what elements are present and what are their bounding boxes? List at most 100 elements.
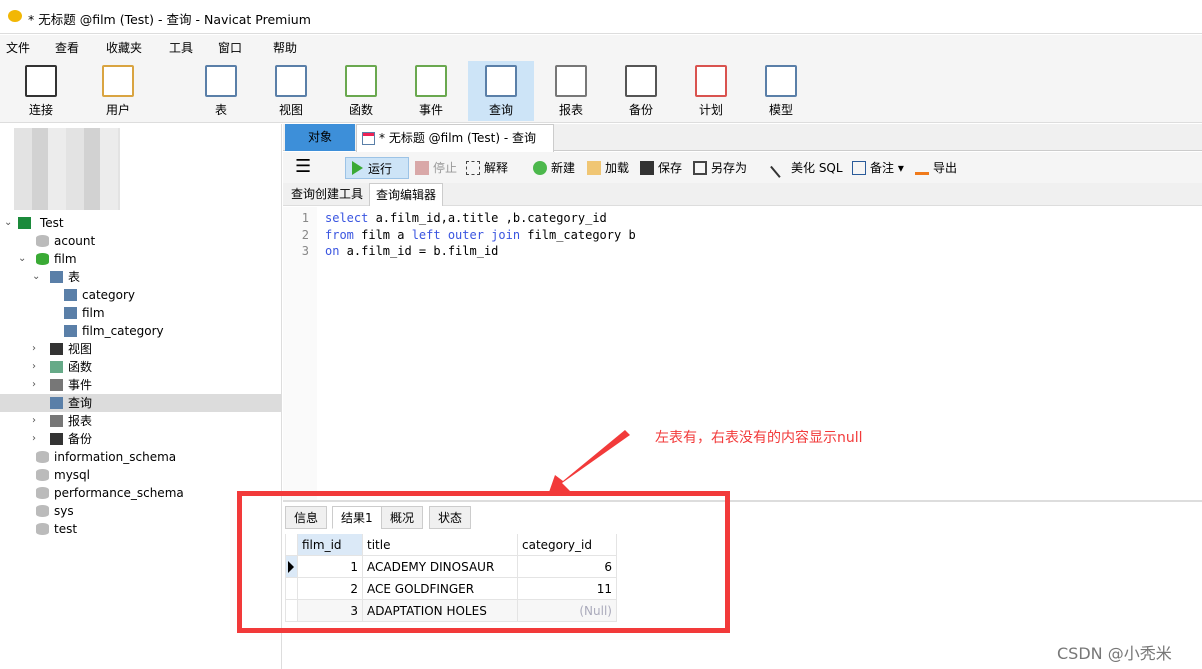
toolbar-report-button[interactable]: 报表: [538, 61, 604, 121]
stop-button[interactable]: 停止: [415, 157, 457, 179]
code-line-3: on a.film_id = b.film_id: [325, 244, 499, 258]
menu-help[interactable]: 帮助: [273, 39, 297, 56]
tree-item-label: 报表: [68, 414, 93, 428]
watermark: CSDN @小秃米: [1057, 644, 1172, 663]
export-button[interactable]: 导出: [915, 157, 957, 179]
toolbar-plug-button[interactable]: 连接: [8, 61, 74, 121]
chevron-right-icon[interactable]: ›: [32, 358, 42, 376]
event-icon: [50, 379, 63, 391]
query-toolbar: ☰ 运行 停止 解释 新建 加载 保存 另存为 美化 SQL 备注 ▾ 导出: [283, 152, 1202, 183]
explain-button[interactable]: 解释: [466, 157, 508, 179]
tree-item[interactable]: 查询: [0, 394, 281, 412]
tree-item-label: film: [54, 252, 77, 266]
tree-item-label: category: [82, 288, 136, 302]
tab-bar: 对象 * 无标题 @film (Test) - 查询: [283, 124, 1202, 152]
toolbar-label: 连接: [28, 103, 53, 117]
beautify-label: 美化 SQL: [791, 161, 843, 175]
function-icon: [50, 361, 63, 373]
tree-item[interactable]: › 函数: [0, 358, 281, 376]
query-icon: [50, 397, 63, 409]
toolbar-query-button[interactable]: 查询: [468, 61, 534, 121]
tree-item[interactable]: ⌄ Test: [0, 214, 281, 232]
load-button[interactable]: 加载: [587, 157, 629, 179]
toolbar-label: 模型: [768, 103, 793, 117]
tree-item[interactable]: film_category: [0, 322, 281, 340]
tree-item[interactable]: › 事件: [0, 376, 281, 394]
tree-item[interactable]: mysql: [0, 466, 281, 484]
tree-item[interactable]: information_schema: [0, 448, 281, 466]
tab-query[interactable]: * 无标题 @film (Test) - 查询: [356, 124, 554, 152]
tree-item[interactable]: › 报表: [0, 412, 281, 430]
chevron-right-icon[interactable]: ›: [32, 412, 42, 430]
chevron-right-icon[interactable]: ›: [32, 430, 42, 448]
stop-icon: [415, 161, 429, 175]
menu-tools[interactable]: 工具: [169, 39, 193, 56]
toolbar-label: 查询: [488, 103, 513, 117]
magic-wand-icon: [770, 158, 790, 178]
chevron-right-icon[interactable]: ›: [32, 376, 42, 394]
tree-item[interactable]: ⌄ 表: [0, 268, 281, 286]
save-button[interactable]: 保存: [640, 157, 682, 179]
toolbar-model-button[interactable]: 模型: [748, 61, 814, 121]
toolbar-calendar-button[interactable]: 计划: [678, 61, 744, 121]
save-as-icon: [693, 161, 707, 175]
tab-objects[interactable]: 对象: [285, 124, 355, 151]
new-button[interactable]: 新建: [533, 157, 575, 179]
table-icon: [205, 65, 237, 97]
toolbar-label: 函数: [348, 103, 373, 117]
toolbar-label: 备份: [628, 103, 653, 117]
toolbar-view-button[interactable]: 视图: [258, 61, 324, 121]
tree-item-label: 备份: [68, 432, 93, 446]
toolbar-function-button[interactable]: 函数: [328, 61, 394, 121]
save-as-label: 另存为: [711, 161, 748, 175]
menu-favorites[interactable]: 收藏夹: [106, 39, 142, 56]
tree-item[interactable]: acount: [0, 232, 281, 250]
tree-item[interactable]: › 备份: [0, 430, 281, 448]
toolbar-user-button[interactable]: 用户: [85, 61, 151, 121]
save-icon: [640, 161, 654, 175]
user-icon: [102, 65, 134, 97]
event-icon: [415, 65, 447, 97]
note-button[interactable]: 备注 ▾: [852, 157, 904, 179]
load-label: 加载: [605, 161, 630, 175]
chevron-down-icon[interactable]: ⌄: [18, 250, 28, 268]
view-icon: [50, 343, 63, 355]
tree-item-label: Test: [40, 216, 64, 230]
tree-item-label: 函数: [68, 360, 93, 374]
chevron-down-icon[interactable]: ⌄: [4, 214, 14, 232]
menu-file[interactable]: 文件: [6, 39, 30, 56]
tab-query-editor[interactable]: 查询编辑器: [369, 183, 444, 206]
menu-view[interactable]: 查看: [55, 39, 79, 56]
chevron-right-icon[interactable]: ›: [32, 340, 42, 358]
line-gutter: 1 2 3: [283, 207, 317, 500]
db-gray-icon: [36, 487, 49, 499]
tree-item-label: 表: [68, 270, 81, 284]
tree-item[interactable]: ⌄ film: [0, 250, 281, 268]
query-icon: [485, 65, 517, 97]
folder-icon: [587, 161, 601, 175]
tree-item[interactable]: › 视图: [0, 340, 281, 358]
tree-item[interactable]: category: [0, 286, 281, 304]
function-icon: [345, 65, 377, 97]
menu-icon[interactable]: ☰: [295, 157, 311, 179]
sql-editor[interactable]: 1 2 3 select a.film_id,a.title ,b.catego…: [283, 207, 1202, 500]
run-button[interactable]: 运行: [345, 157, 409, 179]
note-icon: [852, 161, 866, 175]
blurred-avatar-area: [14, 128, 120, 210]
save-as-button[interactable]: 另存为: [693, 157, 747, 179]
explain-label: 解释: [484, 161, 509, 175]
toolbar-table-button[interactable]: 表: [188, 61, 254, 121]
run-label: 运行: [368, 162, 393, 176]
toolbar-backup-button[interactable]: 备份: [608, 61, 674, 121]
chevron-down-icon[interactable]: ⌄: [32, 268, 42, 286]
tree-item-label: 事件: [68, 378, 93, 392]
tab-query-label: * 无标题 @film (Test) - 查询: [379, 131, 536, 145]
tree-item[interactable]: film: [0, 304, 281, 322]
tree-item-label: mysql: [54, 468, 90, 482]
toolbar-event-button[interactable]: 事件: [398, 61, 464, 121]
tab-query-builder[interactable]: 查询创建工具: [285, 183, 369, 206]
toolbar-label: 事件: [418, 103, 443, 117]
db-gray-icon: [36, 451, 49, 463]
menu-window[interactable]: 窗口: [218, 39, 242, 56]
beautify-sql-button[interactable]: 美化 SQL: [770, 157, 843, 179]
